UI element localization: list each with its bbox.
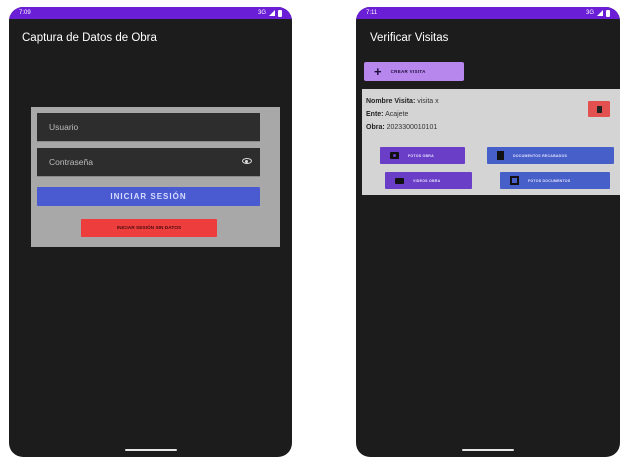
- visit-name-value: visita x: [417, 98, 439, 105]
- visit-obra-row: Obra: 2023300010101: [366, 124, 437, 131]
- status-time: 7:11: [366, 10, 378, 16]
- trash-icon: [596, 105, 602, 113]
- password-field[interactable]: [37, 148, 260, 177]
- password-input[interactable]: [49, 157, 229, 167]
- camera-icon: [390, 152, 399, 159]
- visit-name-label: Nombre Visita:: [366, 98, 416, 105]
- status-time: 7:09: [19, 10, 31, 16]
- delete-visit-button[interactable]: [588, 101, 610, 117]
- login-screen: 7:09 3G Captura de Datos de Obra INICIAR…: [9, 7, 292, 457]
- visits-screen: 7:11 3G Verificar Visitas + CREAR VISITA…: [356, 7, 620, 457]
- network-label: 3G: [257, 10, 266, 16]
- visit-obra-value: 2023300010101: [386, 124, 438, 131]
- login-card: INICIAR SESIÓN INICIAR SESIÓN SIN DATOS: [31, 107, 280, 247]
- app-title: Verificar Visitas: [370, 32, 449, 44]
- signal-icon: [597, 10, 603, 16]
- visit-ente-value: Acajete: [385, 111, 409, 118]
- videos-obra-label: VIDEOS OBRA: [413, 178, 441, 183]
- visit-ente-row: Ente: Acajete: [366, 111, 408, 118]
- login-without-data-button[interactable]: INICIAR SESIÓN SIN DATOS: [81, 219, 217, 237]
- home-indicator[interactable]: [124, 449, 177, 451]
- signal-icon: [269, 10, 275, 16]
- fotos-documentos-label: FOTOS DOCUMENTOS: [528, 178, 571, 183]
- fotos-documentos-button[interactable]: FOTOS DOCUMENTOS: [500, 172, 610, 189]
- username-field[interactable]: [37, 113, 260, 142]
- battery-icon: [278, 9, 282, 17]
- document-icon: [497, 151, 504, 160]
- visit-name-row: Nombre Visita: visita x: [366, 98, 439, 105]
- video-icon: [395, 177, 404, 184]
- plus-icon: +: [374, 64, 382, 79]
- username-input[interactable]: [49, 122, 229, 132]
- videos-obra-button[interactable]: VIDEOS OBRA: [385, 172, 472, 189]
- status-bar: 7:11 3G: [356, 7, 620, 19]
- battery-icon: [606, 9, 610, 17]
- fotos-obra-label: FOTOS OBRA: [408, 153, 434, 158]
- create-visit-button[interactable]: + CREAR VISITA: [364, 62, 464, 81]
- login-button[interactable]: INICIAR SESIÓN: [37, 187, 260, 206]
- scan-icon: [510, 176, 519, 185]
- status-bar: 7:09 3G: [9, 7, 292, 19]
- documentos-recabados-label: DOCUMENTOS RECABADOS: [513, 153, 568, 158]
- create-visit-label: CREAR VISITA: [390, 69, 426, 74]
- fotos-obra-button[interactable]: FOTOS OBRA: [380, 147, 465, 164]
- visit-ente-label: Ente:: [366, 111, 384, 118]
- app-title: Captura de Datos de Obra: [22, 32, 157, 44]
- home-indicator[interactable]: [462, 449, 514, 451]
- show-password-icon[interactable]: [242, 158, 252, 164]
- visit-obra-label: Obra:: [366, 124, 385, 131]
- network-label: 3G: [585, 10, 594, 16]
- visit-card[interactable]: Nombre Visita: visita x Ente: Acajete Ob…: [362, 89, 620, 195]
- documentos-recabados-button[interactable]: DOCUMENTOS RECABADOS: [487, 147, 614, 164]
